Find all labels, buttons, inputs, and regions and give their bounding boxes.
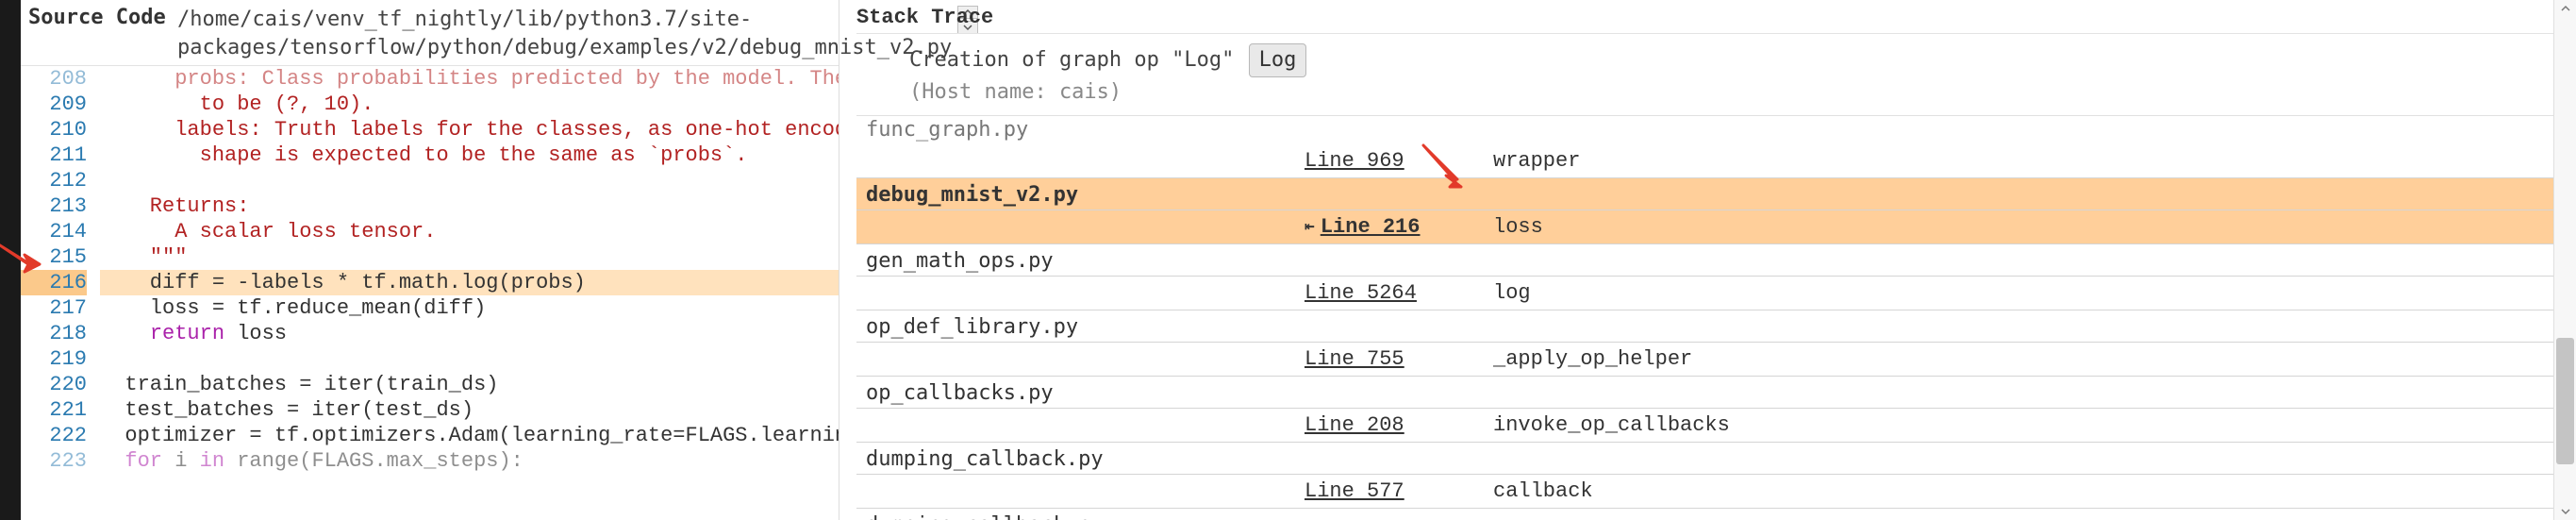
line-number-gutter: 2082092102112122132142152162172182192202… [21,66,96,520]
stack-frame-function: _apply_op_helper [1493,347,1692,371]
line-number[interactable]: 220 [21,372,87,397]
line-number[interactable]: 219 [21,346,87,372]
code-line[interactable]: to be (?, 10). [100,92,839,117]
line-number[interactable]: 217 [21,295,87,321]
code-line[interactable]: train_batches = iter(train_ds) [100,372,839,397]
stack-frame-function: loss [1493,215,1543,239]
code-line[interactable]: for i in range(FLAGS.max_steps): [100,448,839,474]
stack-frame-function: invoke_op_callbacks [1493,413,1730,437]
stack-frame-file[interactable]: op_def_library.py [856,310,2576,343]
line-number[interactable]: 209 [21,92,87,117]
stack-frame-line[interactable]: Line 208invoke_op_callbacks [856,409,2576,443]
stack-frame-file: func_graph.py [856,116,2576,144]
stack-frame-line[interactable]: Line 577callback [856,475,2576,509]
line-number[interactable]: 213 [21,193,87,219]
code-line[interactable]: diff = -labels * tf.math.log(probs) [100,270,839,295]
stack-frame-file[interactable]: dumping_callback.py [856,509,2576,520]
stack-frame-line[interactable]: Line 755_apply_op_helper [856,343,2576,377]
scrollbar-down[interactable] [2554,503,2576,520]
code-content[interactable]: probs: Class probabilities predicted by … [96,66,839,520]
stack-frame-line-link[interactable]: ⇤Line 216 [1305,215,1493,239]
code-line[interactable]: shape is expected to be the same as `pro… [100,143,839,168]
source-code-path: /home/cais/venv_tf_nightly/lib/python3.7… [177,6,952,61]
stack-frame-file[interactable]: debug_mnist_v2.py [856,178,2576,210]
scrollbar-up[interactable] [2554,0,2576,17]
line-number[interactable]: 211 [21,143,87,168]
line-number[interactable]: 222 [21,423,87,448]
stack-frame-line[interactable]: Line 969wrapper [856,144,2576,178]
line-number[interactable]: 218 [21,321,87,346]
stack-frame-function: log [1493,281,1531,305]
code-line[interactable]: A scalar loss tensor. [100,219,839,244]
line-number[interactable]: 212 [21,168,87,193]
creation-op-text: Creation of graph op "Log" [909,48,1234,72]
code-line[interactable] [100,168,839,193]
stack-frames-list: func_graph.py Line 969wrapperdebug_mnist… [856,116,2576,520]
annotation-arrow-stack [1418,142,1471,194]
code-line[interactable]: labels: Truth labels for the classes, as… [100,117,839,143]
op-name-badge[interactable]: Log [1249,43,1307,77]
source-code-title: Source Code [28,6,177,29]
code-line[interactable]: test_batches = iter(test_ds) [100,397,839,423]
host-name-text: (Host name: cais) [909,77,2548,108]
line-number[interactable]: 216 [21,270,87,295]
code-line[interactable]: optimizer = tf.optimizers.Adam(learning_… [100,423,839,448]
stack-frame-line-link[interactable]: Line 577 [1305,479,1493,503]
stack-frame-line[interactable]: ⇤Line 216loss [856,210,2576,244]
line-number[interactable]: 223 [21,448,87,474]
code-line[interactable]: loss = tf.reduce_mean(diff) [100,295,839,321]
stack-frame-line-link[interactable]: Line 755 [1305,347,1493,371]
code-line[interactable] [100,346,839,372]
stack-frame-line[interactable]: Line 5264log [856,277,2576,310]
stack-trace-info: Creation of graph op "Log" Log (Host nam… [856,34,2576,116]
code-line[interactable]: probs: Class probabilities predicted by … [100,66,839,92]
stack-frame-file[interactable]: op_callbacks.py [856,377,2576,409]
stack-frame-function: callback [1493,479,1593,503]
code-line[interactable]: """ [100,244,839,270]
code-area: 2082092102112122132142152162172182192202… [21,66,839,520]
code-line[interactable]: Returns: [100,193,839,219]
stack-frame-line-link[interactable]: Line 5264 [1305,281,1493,305]
source-code-header: Source Code /home/cais/venv_tf_nightly/l… [21,0,839,66]
code-line[interactable]: return loss [100,321,839,346]
annotation-arrow-source [0,236,43,274]
line-number[interactable]: 208 [21,66,87,92]
stack-frame-line-link[interactable]: Line 208 [1305,413,1493,437]
stack-frame-file[interactable]: dumping_callback.py [856,443,2576,475]
line-number[interactable]: 210 [21,117,87,143]
line-number[interactable]: 221 [21,397,87,423]
stack-trace-header: Stack Trace [856,0,2576,34]
scrollbar-track[interactable] [2554,17,2576,503]
stack-scrollbar [2553,0,2576,520]
stack-frame-function: wrapper [1493,149,1580,173]
stack-trace-title: Stack Trace [856,6,1005,29]
jump-to-line-icon: ⇤ [1305,216,1315,237]
stack-frame-file[interactable]: gen_math_ops.py [856,244,2576,277]
scrollbar-thumb[interactable] [2556,338,2574,464]
